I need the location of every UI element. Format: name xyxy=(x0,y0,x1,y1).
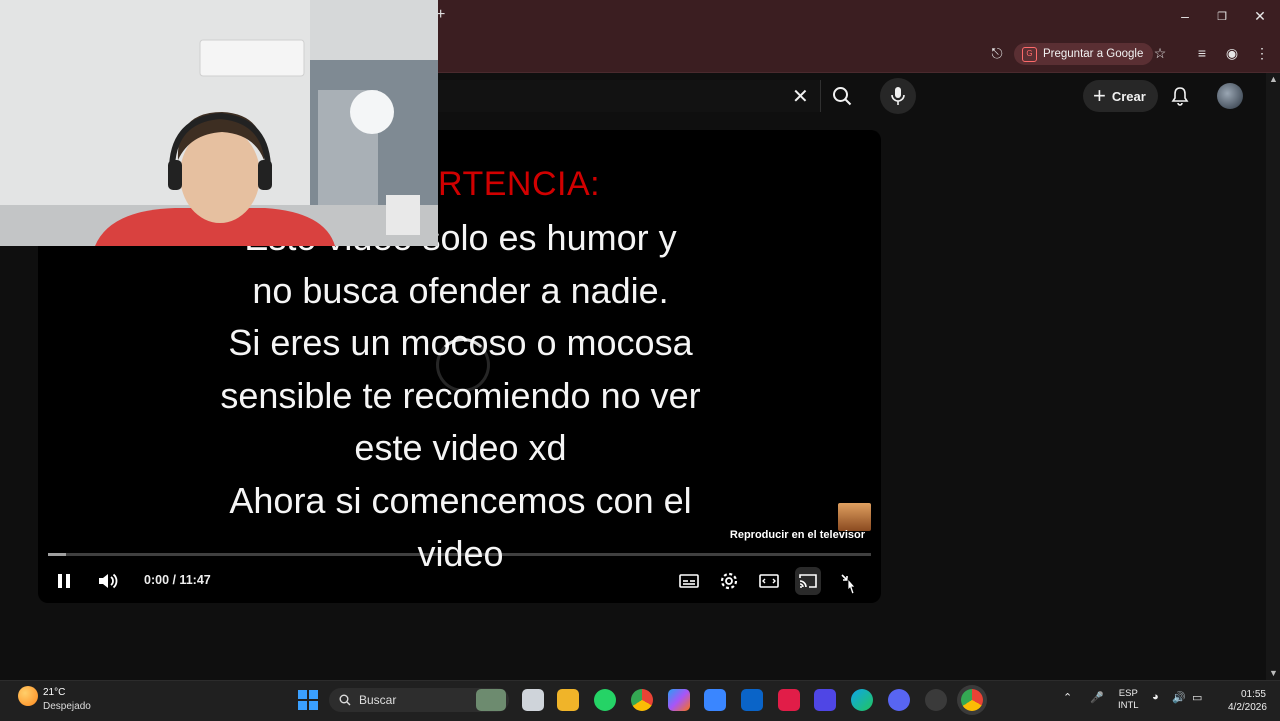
bookmark-star-icon[interactable]: ☆ xyxy=(1151,45,1169,62)
microphone-tray-icon[interactable]: 🎤 xyxy=(1090,691,1104,704)
cast-icon xyxy=(799,574,817,588)
task-view-icon[interactable] xyxy=(522,689,544,711)
webcam-overlay xyxy=(0,0,438,246)
file-explorer-icon[interactable] xyxy=(557,689,579,711)
subtitles-button[interactable] xyxy=(678,570,700,592)
chrome-icon[interactable] xyxy=(631,689,653,711)
taskbar-search-label: Buscar xyxy=(359,693,397,707)
video-text-line: no busca ofender a nadie. xyxy=(252,269,669,311)
store-icon[interactable] xyxy=(704,689,726,711)
search-icon xyxy=(833,87,852,106)
ask-google-label: Preguntar a Google xyxy=(1043,48,1144,60)
minimize-button[interactable]: – xyxy=(1175,8,1195,24)
pause-button[interactable] xyxy=(54,570,74,592)
theater-mode-button[interactable] xyxy=(758,570,780,592)
keyboard-layout: INTL xyxy=(1118,700,1139,711)
webcam-feed xyxy=(0,0,438,246)
chrome-active-icon[interactable] xyxy=(961,689,983,711)
avatar[interactable] xyxy=(1217,83,1243,109)
language-code: ESP xyxy=(1118,688,1138,699)
volume-button[interactable] xyxy=(96,570,120,592)
discord-icon[interactable] xyxy=(888,689,910,711)
restore-button[interactable]: ❐ xyxy=(1212,10,1232,23)
microphone-icon xyxy=(891,87,905,105)
wifi-icon[interactable]: ◕ xyxy=(1152,691,1159,703)
video-text-line: Ahora si comencemos con el xyxy=(229,479,692,521)
obs-icon[interactable] xyxy=(925,689,947,711)
search-button[interactable] xyxy=(822,79,862,113)
start-button[interactable] xyxy=(298,690,318,710)
progress-bar[interactable] xyxy=(48,553,871,556)
weather-icon[interactable] xyxy=(18,686,38,706)
create-label: Crear xyxy=(1111,88,1146,104)
system-clock[interactable]: 01:55 4/2/2026 xyxy=(1228,688,1267,714)
gear-icon xyxy=(720,572,738,590)
cast-tooltip: Reproducir en el televisor xyxy=(729,529,865,541)
widget-app-icon[interactable] xyxy=(476,689,506,711)
time-display: 0:00 / 11:47 xyxy=(144,573,211,587)
page-scrollbar[interactable] xyxy=(1266,73,1280,680)
cast-device-thumbnail xyxy=(838,503,871,531)
clear-search-icon[interactable]: ✕ xyxy=(792,84,809,109)
search-input[interactable] xyxy=(430,80,821,112)
theater-mode-icon xyxy=(759,574,779,588)
weather-description[interactable]: Despejado xyxy=(43,701,91,712)
warning-title: RTENCIA: xyxy=(438,165,601,203)
voice-search-button[interactable] xyxy=(880,78,916,114)
create-button[interactable]: + Crear xyxy=(1083,80,1158,112)
video-text-line: este video xd xyxy=(354,427,567,469)
youtube-app-icon[interactable] xyxy=(778,689,800,711)
media-controls-icon[interactable]: ≡ xyxy=(1193,45,1211,61)
loading-spinner-icon xyxy=(436,338,490,392)
notifications-button[interactable] xyxy=(1170,86,1190,111)
pause-icon xyxy=(58,574,70,588)
close-window-button[interactable]: ✕ xyxy=(1250,8,1270,25)
lens-icon: G xyxy=(1022,46,1037,62)
outlook-icon[interactable] xyxy=(741,689,763,711)
scroll-down-icon[interactable]: ▼ xyxy=(1269,668,1278,678)
subtitles-icon xyxy=(679,574,699,588)
battery-icon[interactable]: ▭ xyxy=(1192,691,1202,704)
scroll-up-icon[interactable]: ▲ xyxy=(1269,74,1278,84)
clock-time: 01:55 xyxy=(1240,689,1266,700)
show-hidden-icons[interactable]: ⌃ xyxy=(1063,691,1072,704)
input-language[interactable]: ESP INTL xyxy=(1118,688,1139,712)
video-text: Esto video solo es humor y no busca ofen… xyxy=(138,212,783,580)
ask-google-button[interactable]: G Preguntar a Google xyxy=(1014,43,1154,65)
windows-logo-icon xyxy=(298,690,307,699)
copilot-icon[interactable] xyxy=(668,689,690,711)
mouse-cursor-icon xyxy=(847,578,856,595)
whatsapp-icon[interactable] xyxy=(594,689,616,711)
settings-button[interactable] xyxy=(718,570,740,592)
browser-menu-icon[interactable]: ⋮ xyxy=(1253,45,1271,62)
volume-icon xyxy=(99,573,118,589)
speaker-icon[interactable]: 🔊 xyxy=(1172,691,1186,704)
progress-loaded xyxy=(48,553,66,556)
cast-button[interactable] xyxy=(795,567,821,595)
plus-icon: + xyxy=(1093,83,1106,108)
weather-temperature[interactable]: 21°C xyxy=(43,687,65,698)
bell-icon xyxy=(1171,87,1189,106)
media-player-icon[interactable] xyxy=(814,689,836,711)
install-app-icon[interactable]: ⎋ xyxy=(988,45,1006,62)
profile-icon[interactable]: ◉ xyxy=(1223,45,1241,62)
clock-date: 4/2/2026 xyxy=(1228,702,1267,713)
search-icon xyxy=(339,694,351,706)
edge-icon[interactable] xyxy=(851,689,873,711)
